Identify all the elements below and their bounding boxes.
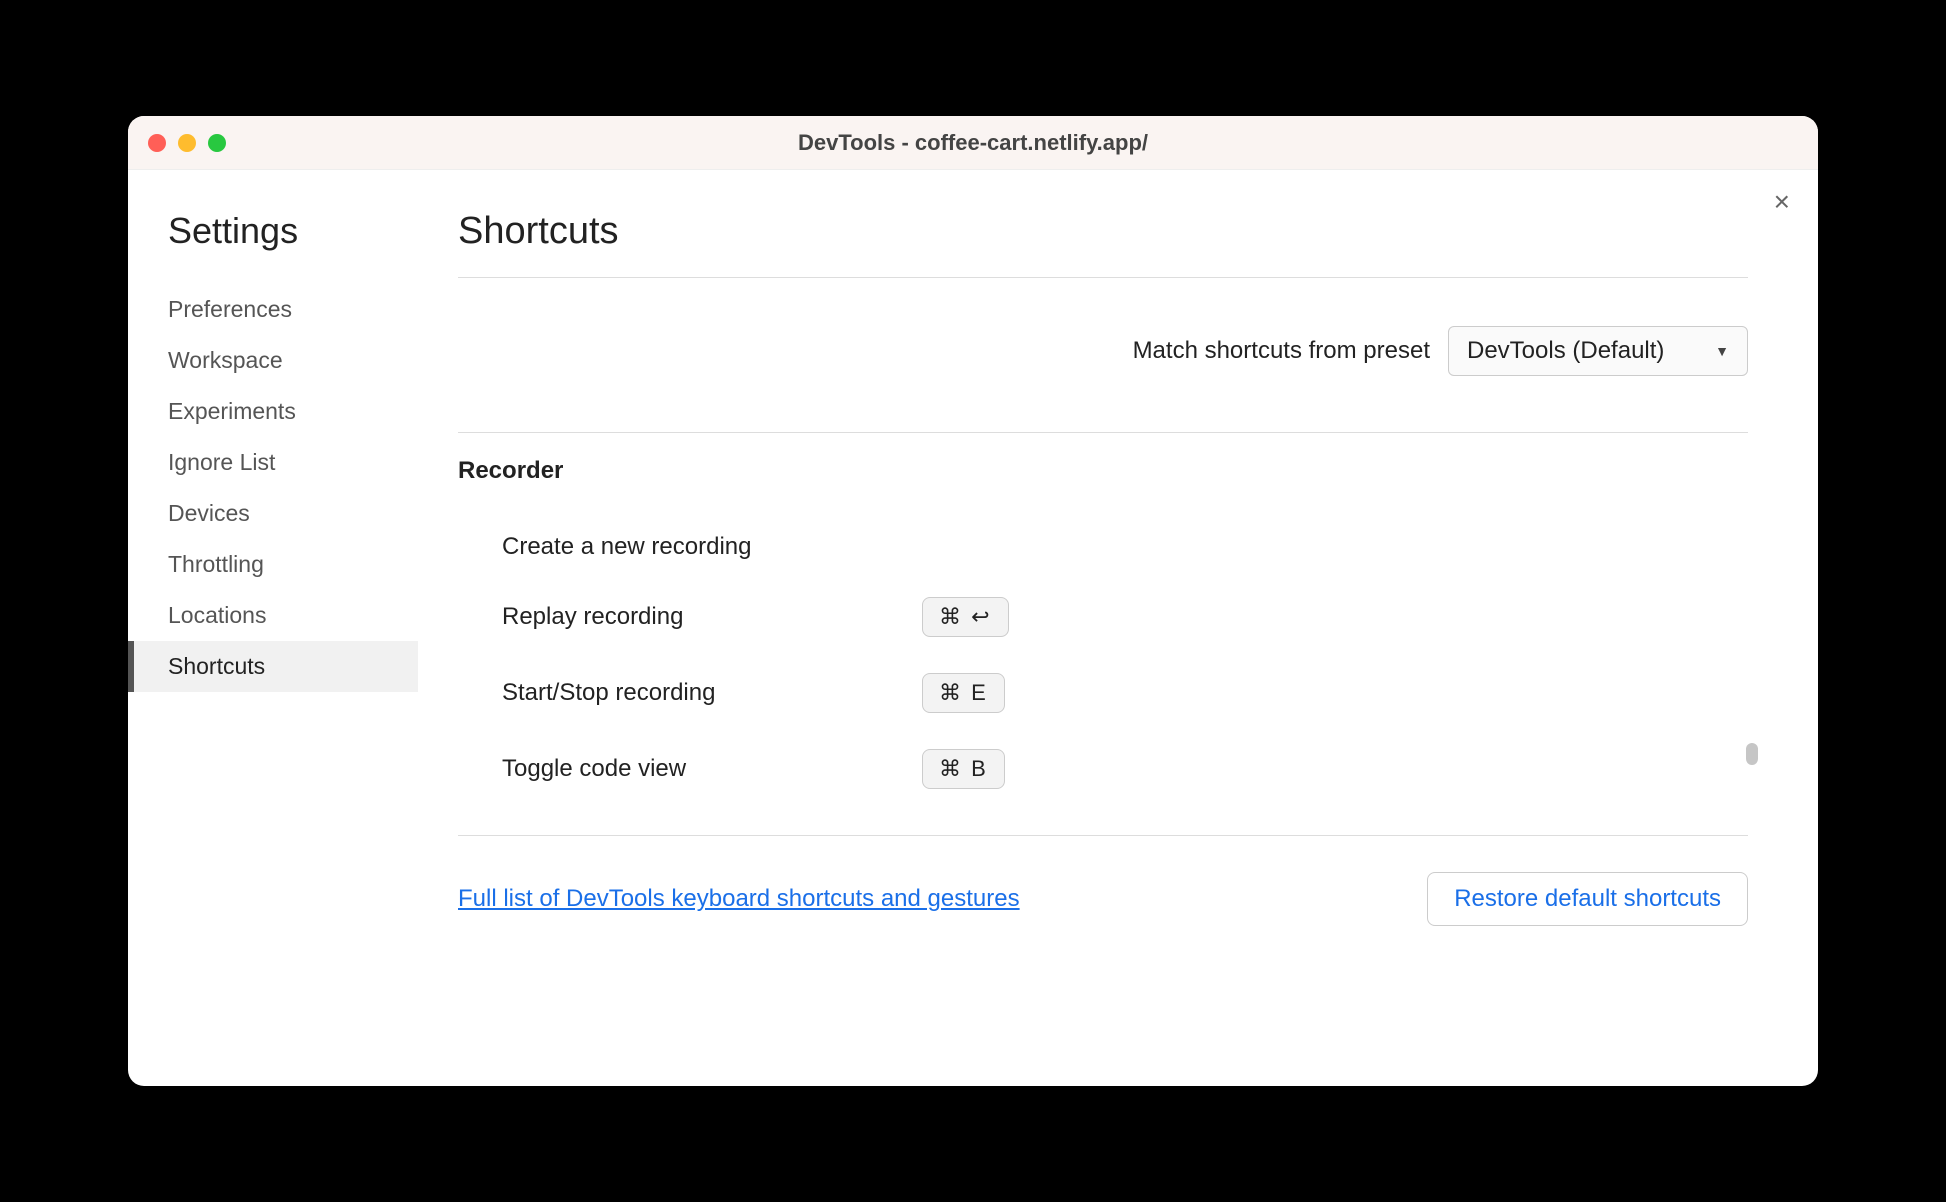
app-window: DevTools - coffee-cart.netlify.app/ × Se… — [128, 116, 1818, 1086]
sidebar-item-preferences[interactable]: Preferences — [128, 284, 418, 335]
sidebar-item-label: Workspace — [168, 347, 283, 373]
sidebar: Settings Preferences Workspace Experimen… — [128, 170, 418, 1086]
sidebar-item-workspace[interactable]: Workspace — [128, 335, 418, 386]
traffic-lights — [148, 134, 226, 152]
sidebar-item-shortcuts[interactable]: Shortcuts — [128, 641, 418, 692]
main-panel: Shortcuts Match shortcuts from preset De… — [418, 170, 1818, 1086]
chevron-down-icon: ▼ — [1715, 343, 1729, 359]
shortcut-row[interactable]: Replay recording ⌘ ↩ — [458, 579, 1720, 655]
sidebar-item-devices[interactable]: Devices — [128, 488, 418, 539]
shortcuts-section: Recorder Create a new recording Replay r… — [458, 432, 1748, 836]
content-area: × Settings Preferences Workspace Experim… — [128, 170, 1818, 1086]
shortcut-label: Toggle code view — [502, 755, 882, 783]
keyboard-shortcut: ⌘ E — [922, 673, 1005, 713]
page-title: Shortcuts — [458, 210, 1748, 278]
sidebar-item-label: Throttling — [168, 551, 264, 577]
sidebar-item-experiments[interactable]: Experiments — [128, 386, 418, 437]
shortcut-label: Create a new recording — [502, 533, 882, 561]
shortcut-row[interactable]: Create a new recording — [458, 515, 1720, 579]
sidebar-item-label: Preferences — [168, 296, 292, 322]
preset-select-value: DevTools (Default) — [1467, 337, 1664, 365]
window-zoom-icon[interactable] — [208, 134, 226, 152]
shortcut-label: Start/Stop recording — [502, 679, 882, 707]
sidebar-item-label: Shortcuts — [168, 653, 265, 679]
window-close-icon[interactable] — [148, 134, 166, 152]
shortcut-row[interactable]: Start/Stop recording ⌘ E — [458, 655, 1720, 731]
sidebar-item-label: Locations — [168, 602, 266, 628]
sidebar-item-locations[interactable]: Locations — [128, 590, 418, 641]
preset-label: Match shortcuts from preset — [1133, 337, 1430, 365]
window-title: DevTools - coffee-cart.netlify.app/ — [128, 130, 1818, 156]
settings-title: Settings — [128, 210, 418, 252]
sidebar-item-label: Devices — [168, 500, 250, 526]
keyboard-shortcut: ⌘ B — [922, 749, 1005, 789]
sidebar-item-label: Experiments — [168, 398, 296, 424]
preset-select[interactable]: DevTools (Default) ▼ — [1448, 326, 1748, 376]
sidebar-item-throttling[interactable]: Throttling — [128, 539, 418, 590]
section-title: Recorder — [458, 433, 1720, 515]
shortcut-label: Replay recording — [502, 603, 882, 631]
title-bar: DevTools - coffee-cart.netlify.app/ — [128, 116, 1818, 170]
sidebar-item-ignore-list[interactable]: Ignore List — [128, 437, 418, 488]
full-list-link[interactable]: Full list of DevTools keyboard shortcuts… — [458, 885, 1020, 913]
sidebar-item-label: Ignore List — [168, 449, 275, 475]
keyboard-shortcut: ⌘ ↩ — [922, 597, 1009, 637]
footer: Full list of DevTools keyboard shortcuts… — [458, 836, 1748, 926]
scrollbar-thumb[interactable] — [1746, 743, 1758, 765]
preset-row: Match shortcuts from preset DevTools (De… — [458, 278, 1748, 432]
restore-default-button[interactable]: Restore default shortcuts — [1427, 872, 1748, 926]
shortcut-row[interactable]: Toggle code view ⌘ B — [458, 731, 1720, 807]
window-minimize-icon[interactable] — [178, 134, 196, 152]
